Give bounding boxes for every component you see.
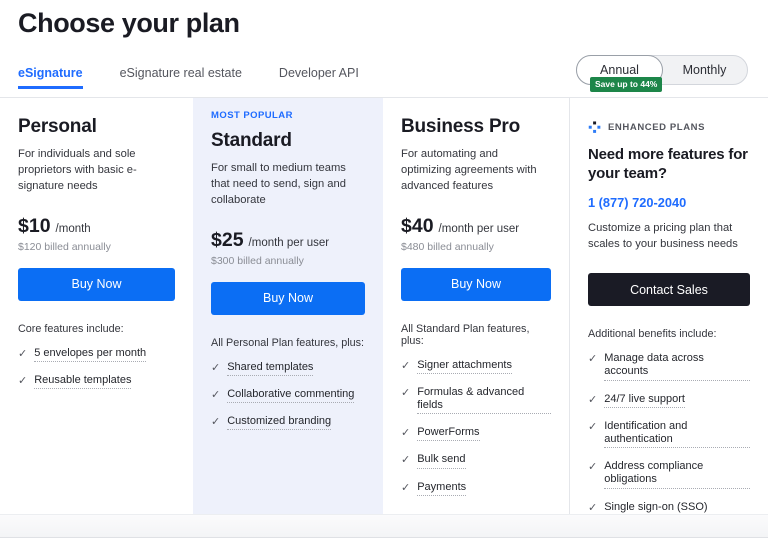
feature-label[interactable]: Payments (417, 481, 467, 496)
four-dots-icon (588, 121, 601, 133)
toggle-option-monthly[interactable]: Monthly (662, 56, 747, 84)
feature-item: ✓ Collaborative commenting (211, 388, 365, 404)
feature-label[interactable]: 5 envelopes per month (34, 347, 147, 362)
check-icon: ✓ (401, 427, 411, 440)
price-billed-note: $120 billed annually (18, 240, 111, 253)
tab-developer-api[interactable]: Developer API (279, 66, 359, 89)
benefit-item: ✓ Address compliance obligations (588, 460, 750, 489)
tab-label: Developer API (278, 66, 359, 80)
feature-item: ✓ Payments (401, 481, 551, 496)
savings-badge: Save up to 44% (590, 77, 663, 92)
footer-strip (0, 514, 768, 538)
page-title: Choose your plan (18, 8, 240, 38)
plan-category-tabs: eSignature eSignature real estate Develo… (18, 66, 396, 89)
price-billed-note: $300 billed annually (211, 254, 304, 267)
benefit-label[interactable]: Address compliance obligations (604, 460, 750, 489)
plan-card-standard: MOST POPULAR Standard For small to mediu… (193, 98, 383, 514)
check-icon: ✓ (18, 374, 28, 387)
buy-now-button-business-pro[interactable]: Buy Now (401, 267, 551, 301)
plan-name: Business Pro (401, 116, 521, 137)
plan-price: $40 /month per user (401, 215, 551, 238)
feature-item: ✓ Signer attachments (401, 359, 551, 374)
feature-item: ✓ Customized branding (211, 415, 365, 431)
plan-card-personal: Personal For individuals and sole propri… (0, 98, 193, 514)
feature-label[interactable]: Shared templates (227, 361, 314, 376)
feature-label[interactable]: Reusable templates (34, 374, 132, 390)
plan-description: For small to medium teams that need to s… (211, 162, 346, 206)
check-icon: ✓ (211, 388, 221, 401)
benefit-label[interactable]: Manage data across accounts (604, 352, 750, 381)
buy-now-button-standard[interactable]: Buy Now (211, 281, 365, 315)
pricing-page: Choose your plan eSignature eSignature r… (0, 0, 768, 538)
feature-label[interactable]: PowerForms (417, 426, 480, 442)
benefit-label[interactable]: 24/7 live support (604, 393, 685, 408)
most-popular-badge: MOST POPULAR (211, 110, 293, 121)
contact-sales-button[interactable]: Contact Sales (588, 273, 750, 307)
benefit-label[interactable]: Identification and authentication (604, 420, 750, 449)
feature-item: ✓ Reusable templates (18, 374, 175, 390)
benefit-item: ✓ 24/7 live support (588, 393, 750, 408)
check-icon: ✓ (588, 501, 598, 514)
features-heading: All Personal Plan features, plus: (211, 336, 365, 349)
plan-name: Personal (18, 116, 97, 137)
enhanced-plans-eyebrow: ENHANCED PLANS (588, 121, 750, 134)
benefit-item: ✓ Manage data across accounts (588, 352, 750, 381)
check-icon: ✓ (401, 386, 411, 399)
feature-item: ✓ PowerForms (401, 426, 551, 442)
check-icon: ✓ (18, 347, 28, 360)
plan-card-enhanced: ENHANCED PLANS Need more features for yo… (570, 98, 768, 538)
feature-label[interactable]: Formulas & advanced fields (417, 386, 551, 415)
price-unit: /month (55, 222, 91, 235)
check-icon: ✓ (588, 353, 598, 366)
check-icon: ✓ (401, 481, 411, 494)
feature-label[interactable]: Collaborative commenting (227, 388, 355, 404)
enhanced-headline: Need more features for your team? (588, 146, 748, 183)
check-icon: ✓ (588, 393, 598, 406)
plan-card-business-pro: Business Pro For automating and optimizi… (383, 98, 570, 514)
plan-description: For individuals and sole proprietors wit… (18, 148, 137, 192)
plan-cards: Personal For individuals and sole propri… (0, 98, 768, 538)
check-icon: ✓ (211, 361, 221, 374)
price-unit: /month per user (248, 236, 330, 249)
plan-description: For automating and optimizing agreements… (401, 148, 537, 192)
check-icon: ✓ (401, 359, 411, 372)
tab-esignature[interactable]: eSignature (18, 66, 83, 89)
tab-label: eSignature real estate (119, 66, 242, 80)
feature-item: ✓ 5 envelopes per month (18, 347, 175, 362)
feature-label[interactable]: Bulk send (417, 453, 466, 469)
benefits-heading: Additional benefits include: (588, 328, 717, 341)
sales-phone-link[interactable]: 1 (877) 720-2040 (588, 195, 750, 210)
price-unit: /month per user (438, 222, 520, 235)
check-icon: ✓ (211, 416, 221, 429)
plan-name: Standard (211, 130, 292, 151)
price-billed-note: $480 billed annually (401, 240, 494, 253)
feature-item: ✓ Bulk send (401, 453, 551, 469)
billing-period-toggle: Annual Monthly Save up to 44% (576, 55, 748, 92)
feature-label[interactable]: Signer attachments (417, 359, 512, 374)
benefit-item: ✓ Identification and authentication (588, 420, 750, 449)
plan-price: $10 /month (18, 215, 175, 238)
feature-item: ✓ Shared templates (211, 361, 365, 376)
toggle-option-label: Monthly (682, 63, 727, 77)
features-heading: All Standard Plan features, plus: (401, 322, 530, 347)
feature-label[interactable]: Customized branding (227, 415, 332, 431)
price-amount: $10 (18, 214, 51, 237)
price-amount: $40 (401, 214, 434, 237)
plan-price: $25 /month per user (211, 229, 365, 252)
check-icon: ✓ (588, 461, 598, 474)
price-amount: $25 (211, 228, 244, 251)
enhanced-description: Customize a pricing plan that scales to … (588, 222, 738, 251)
tab-esignature-real-estate[interactable]: eSignature real estate (120, 66, 242, 89)
features-heading: Core features include: (18, 322, 124, 335)
check-icon: ✓ (588, 420, 598, 433)
tab-label: eSignature (18, 66, 83, 80)
toggle-option-label: Annual (600, 63, 639, 77)
feature-item: ✓ Formulas & advanced fields (401, 386, 551, 415)
check-icon: ✓ (401, 454, 411, 467)
enhanced-plans-label: ENHANCED PLANS (608, 122, 706, 133)
buy-now-button-personal[interactable]: Buy Now (18, 267, 175, 301)
